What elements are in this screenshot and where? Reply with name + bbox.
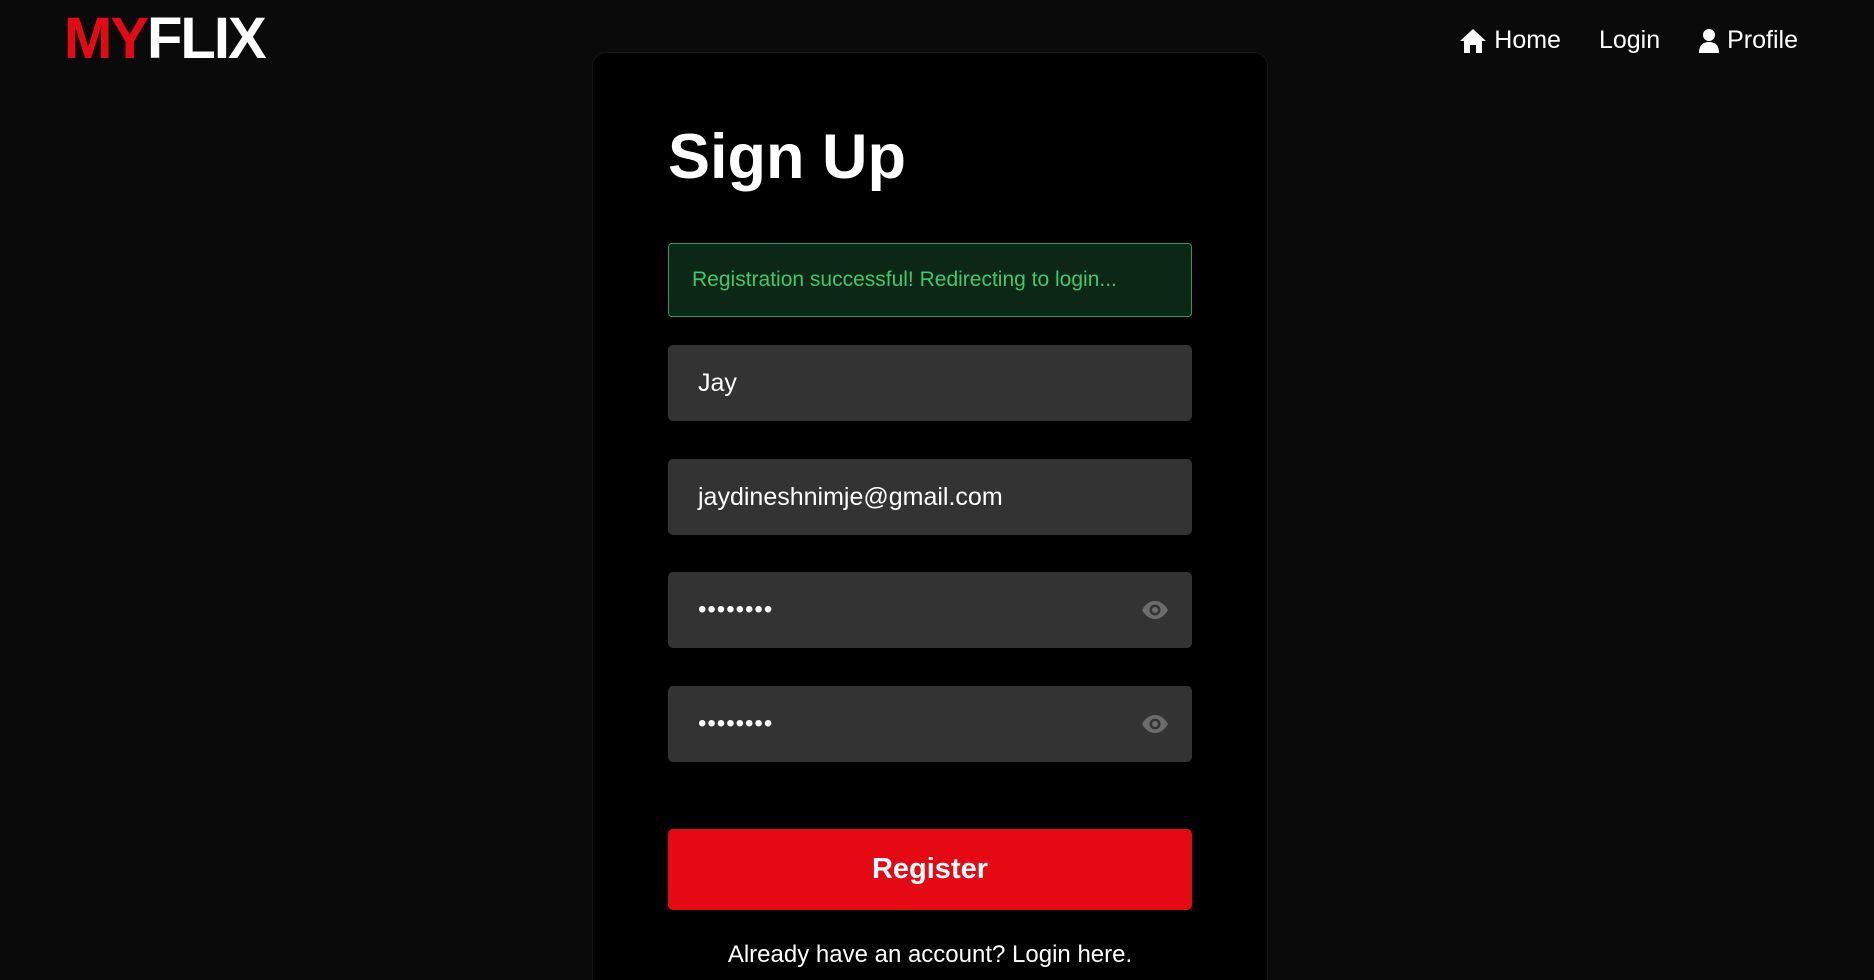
logo-part-my: MY	[64, 6, 149, 71]
login-prompt: Already have an account? Login here.	[668, 941, 1192, 969]
confirm-password-field-value: ••••••••	[698, 710, 774, 737]
signup-card: Sign Up Registration successful! Redirec…	[592, 52, 1268, 980]
email-field[interactable]: jaydineshnimje@gmail.com	[668, 459, 1192, 535]
nav-home-label: Home	[1494, 26, 1561, 54]
nav-home[interactable]: Home	[1459, 26, 1561, 55]
page: MYFLIX Home Login Profile Sign Up Regist…	[0, 0, 1874, 980]
page-title: Sign Up	[668, 122, 906, 192]
logo-part-flix: FLIX	[147, 6, 267, 71]
eye-icon[interactable]	[1140, 709, 1170, 739]
nav-profile-label: Profile	[1727, 26, 1798, 54]
password-field[interactable]: ••••••••	[668, 572, 1192, 648]
register-button[interactable]: Register	[668, 829, 1192, 910]
name-field-value: Jay	[698, 368, 737, 397]
home-icon	[1459, 28, 1487, 54]
success-alert: Registration successful! Redirecting to …	[668, 243, 1192, 317]
confirm-password-field[interactable]: ••••••••	[668, 686, 1192, 762]
user-icon	[1698, 28, 1720, 54]
nav-login-label: Login	[1598, 26, 1661, 54]
nav-profile[interactable]: Profile	[1698, 26, 1798, 55]
email-field-value: jaydineshnimje@gmail.com	[698, 482, 1003, 511]
top-nav: Home Login Profile	[1459, 26, 1798, 55]
eye-icon[interactable]	[1140, 595, 1170, 625]
password-field-value: ••••••••	[698, 596, 774, 623]
myflix-logo[interactable]: MYFLIX	[64, 10, 267, 68]
login-prompt-text: Already have an account?	[727, 941, 1006, 968]
login-here-link[interactable]: Login here.	[1012, 941, 1132, 968]
nav-login[interactable]: Login	[1599, 26, 1660, 55]
name-field[interactable]: Jay	[668, 345, 1192, 421]
